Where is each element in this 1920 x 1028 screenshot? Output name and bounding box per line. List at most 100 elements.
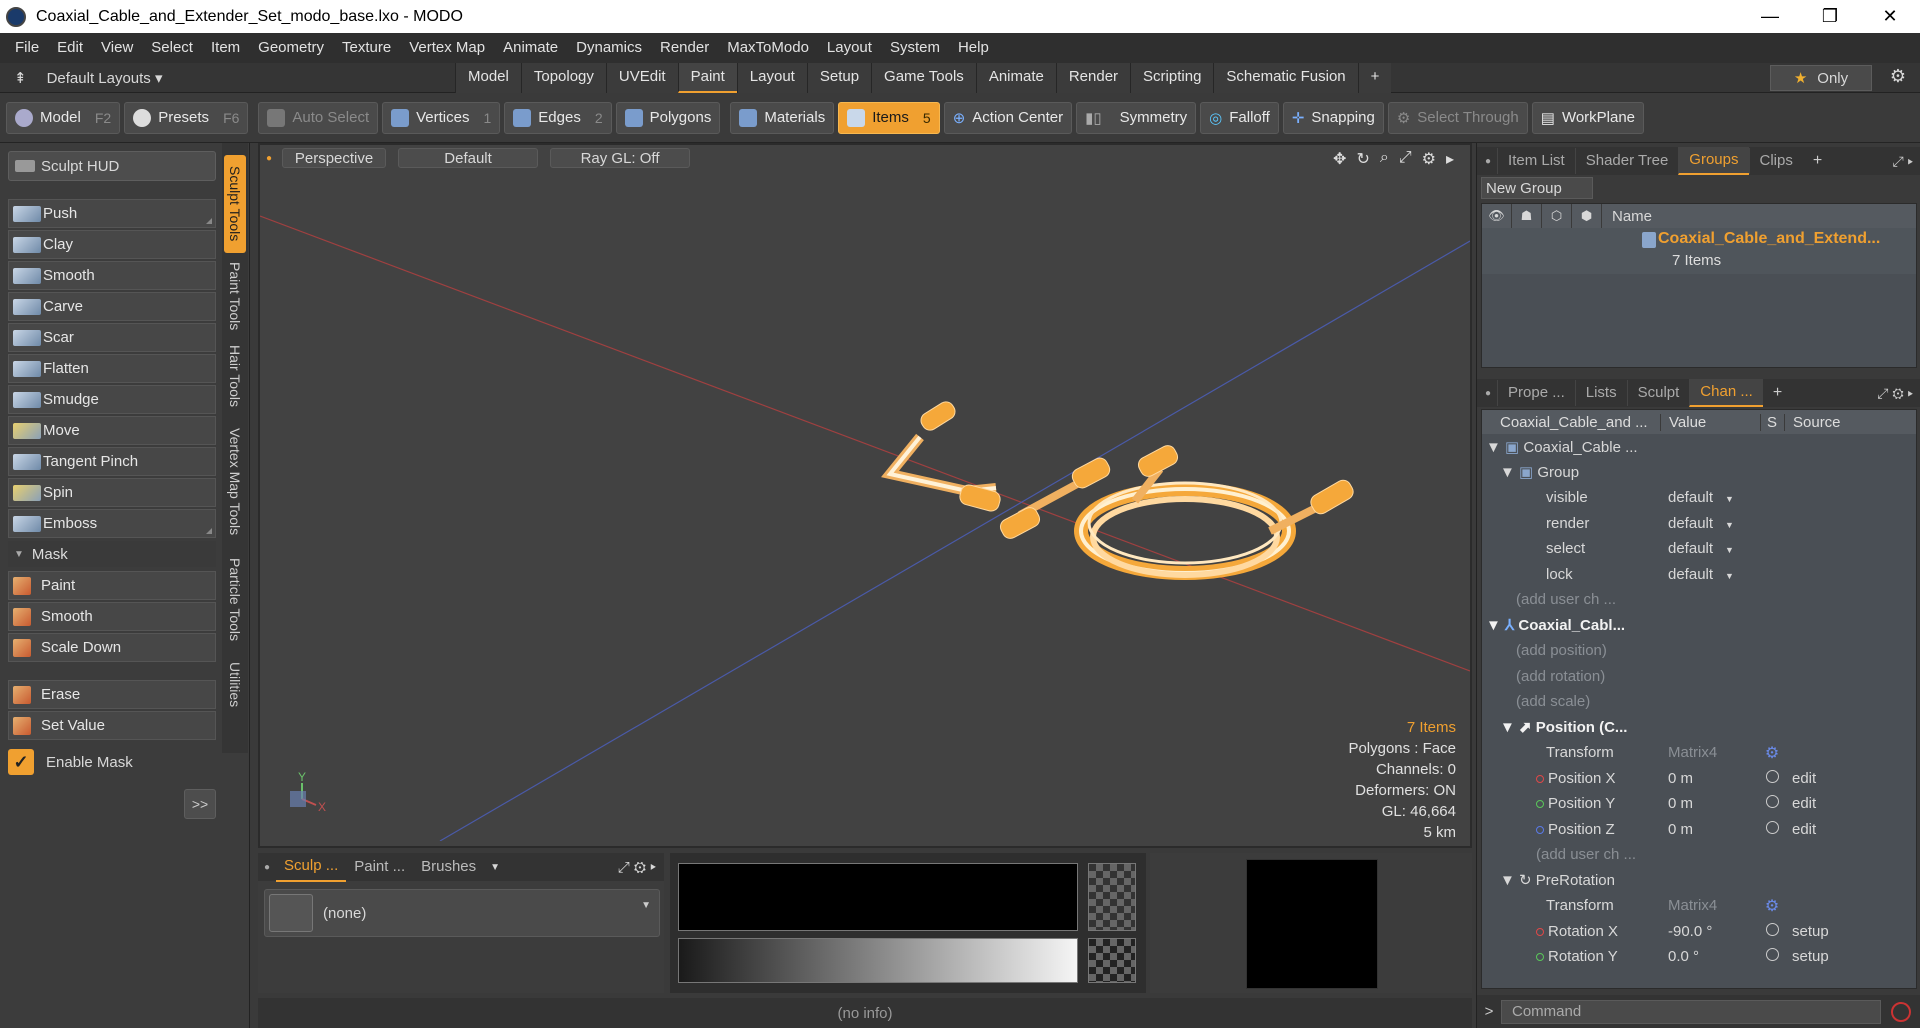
keyframe-circle-icon[interactable]: [1760, 948, 1784, 965]
tab-item-list[interactable]: Item List: [1497, 148, 1575, 174]
tab-model[interactable]: Model: [455, 62, 521, 93]
tab-brushes[interactable]: Brushes: [413, 853, 484, 881]
channel-row[interactable]: (add user ch ...: [1482, 842, 1916, 868]
channel-row[interactable]: render default ▼: [1482, 511, 1916, 537]
channel-row[interactable]: select default ▼: [1482, 536, 1916, 562]
menu-view[interactable]: View: [92, 33, 142, 63]
panel-options-icon[interactable]: ⤢ ⚙ ▸: [1877, 385, 1913, 402]
channel-row[interactable]: Position Y 0 m edit: [1482, 791, 1916, 817]
mask-scale-down[interactable]: Scale Down: [8, 633, 216, 662]
gear-blue-icon[interactable]: ⚙: [1760, 743, 1784, 763]
tab-render[interactable]: Render: [1055, 62, 1131, 93]
select-icon[interactable]: ⬢: [1572, 204, 1602, 228]
channel-row[interactable]: (add scale): [1482, 689, 1916, 715]
tab-clips[interactable]: Clips: [1748, 148, 1803, 174]
channel-row[interactable]: ▼ ▣ Group: [1482, 460, 1916, 486]
channel-row[interactable]: Transform Matrix4 ⚙: [1482, 740, 1916, 766]
items-button[interactable]: Items 5: [838, 101, 940, 134]
select-through-button[interactable]: ⚙ Select Through: [1387, 101, 1528, 134]
channel-row[interactable]: Position Z 0 m edit: [1482, 817, 1916, 843]
command-input[interactable]: Command: [1501, 999, 1881, 1024]
only-button[interactable]: ★ Only: [1770, 65, 1872, 91]
keyframe-circle-icon[interactable]: [1760, 769, 1784, 787]
vertices-button[interactable]: Vertices 1: [382, 101, 501, 134]
channel-row[interactable]: (add user ch ...: [1482, 587, 1916, 613]
tab-groups[interactable]: Groups: [1678, 147, 1749, 175]
channel-row[interactable]: Transform Matrix4 ⚙: [1482, 893, 1916, 919]
tab-paint[interactable]: Paint ...: [346, 853, 413, 881]
channel-row[interactable]: Position X 0 m edit: [1482, 766, 1916, 792]
tool-spin[interactable]: Spin: [8, 478, 216, 507]
menu-animate[interactable]: Animate: [494, 33, 567, 63]
tool-smooth[interactable]: Smooth: [8, 261, 216, 290]
row-value[interactable]: 0 m: [1660, 770, 1760, 787]
row-value[interactable]: default ▼: [1660, 515, 1760, 532]
tab-layout[interactable]: Layout: [736, 62, 807, 93]
menu-vertex-map[interactable]: Vertex Map: [400, 33, 494, 63]
more-tools-button[interactable]: >>: [184, 789, 216, 819]
auto-select-button[interactable]: Auto Select: [258, 101, 379, 134]
add-tab-icon[interactable]: +: [1813, 152, 1822, 170]
row-value[interactable]: default ▼: [1660, 540, 1760, 557]
tab-game-tools[interactable]: Game Tools: [871, 62, 976, 93]
minimize-button[interactable]: —: [1740, 0, 1800, 33]
keyframe-circle-icon[interactable]: [1760, 820, 1784, 838]
rotate-icon[interactable]: ↻: [1356, 149, 1369, 169]
channel-row[interactable]: ▼ ▣ Coaxial_Cable ...: [1482, 434, 1916, 460]
tool-tangent-pinch[interactable]: Tangent Pinch: [8, 447, 216, 476]
menu-dynamics[interactable]: Dynamics: [567, 33, 651, 63]
color-preview[interactable]: [678, 863, 1078, 931]
mask-paint[interactable]: Paint: [8, 571, 216, 600]
set-value-tool[interactable]: Set Value: [8, 711, 216, 740]
presets-button[interactable]: Presets F6: [124, 101, 249, 134]
add-tab-icon[interactable]: +: [1773, 384, 1782, 402]
tool-flatten[interactable]: Flatten: [8, 354, 216, 383]
materials-button[interactable]: Materials: [730, 101, 835, 134]
gear-blue-icon[interactable]: ⚙: [1760, 896, 1784, 916]
tab-paint[interactable]: Paint: [677, 62, 737, 93]
menu-render[interactable]: Render: [651, 33, 718, 63]
pan-icon[interactable]: ✥: [1333, 149, 1346, 169]
channel-row[interactable]: ▼ ⅄ Coaxial_Cabl...: [1482, 613, 1916, 639]
tab-sculpt[interactable]: Sculpt: [1626, 380, 1690, 406]
close-button[interactable]: ✕: [1860, 0, 1920, 33]
menu-geometry[interactable]: Geometry: [249, 33, 333, 63]
dropdown-arrow-icon[interactable]: ▼: [490, 862, 500, 873]
polygons-button[interactable]: Polygons: [615, 101, 721, 134]
mask-smooth[interactable]: Smooth: [8, 602, 216, 631]
action-center-button[interactable]: ⊕ Action Center: [943, 101, 1073, 134]
tool-carve[interactable]: Carve: [8, 292, 216, 321]
channel-row[interactable]: ▼ ⬈ Position (C...: [1482, 715, 1916, 741]
tool-smudge[interactable]: Smudge: [8, 385, 216, 414]
tool-emboss[interactable]: Emboss: [8, 509, 216, 538]
symmetry-button[interactable]: ▮▯ Symmetry: [1076, 101, 1197, 134]
gear-icon[interactable]: ⚙: [1890, 66, 1906, 87]
channel-row[interactable]: (add position): [1482, 638, 1916, 664]
vtab-hair-tools[interactable]: Hair Tools: [224, 341, 246, 411]
tab-lists[interactable]: Lists: [1574, 380, 1627, 406]
row-value[interactable]: -90.0 °: [1660, 923, 1760, 940]
tab-sculpt[interactable]: Sculp ...: [276, 852, 347, 882]
gradient-strip[interactable]: [678, 938, 1078, 983]
menu-select[interactable]: Select: [142, 33, 202, 63]
raygl-dropdown[interactable]: Ray GL: Off: [550, 148, 691, 168]
channel-row[interactable]: (add rotation): [1482, 664, 1916, 690]
tab-topology[interactable]: Topology: [520, 62, 606, 93]
row-value[interactable]: 0 m: [1660, 795, 1760, 812]
edges-button[interactable]: Edges 2: [504, 101, 612, 134]
layouts-dropdown[interactable]: ⇞ Default Layouts ▾: [0, 69, 455, 87]
3d-viewport[interactable]: ● Perspective Default Ray GL: Off ✥ ↻ ⌕ …: [258, 143, 1472, 848]
tool-clay[interactable]: Clay: [8, 230, 216, 259]
channel-row[interactable]: lock default ▼: [1482, 562, 1916, 588]
menu-texture[interactable]: Texture: [333, 33, 400, 63]
expand-icon[interactable]: ⤢ ⚙ ▸: [618, 859, 656, 876]
tab-setup[interactable]: Setup: [806, 62, 872, 93]
mask-section-header[interactable]: ▼ Mask: [8, 541, 216, 567]
menu-help[interactable]: Help: [949, 33, 998, 63]
record-icon[interactable]: [1891, 1001, 1911, 1022]
erase-tool[interactable]: Erase: [8, 680, 216, 709]
tab-shader-tree[interactable]: Shader Tree: [1574, 148, 1679, 174]
tab-uvedit[interactable]: UVEdit: [605, 62, 678, 93]
menu-edit[interactable]: Edit: [48, 33, 92, 63]
group-row[interactable]: Coaxial_Cable_and_Extend... 7 Items: [1482, 228, 1916, 274]
